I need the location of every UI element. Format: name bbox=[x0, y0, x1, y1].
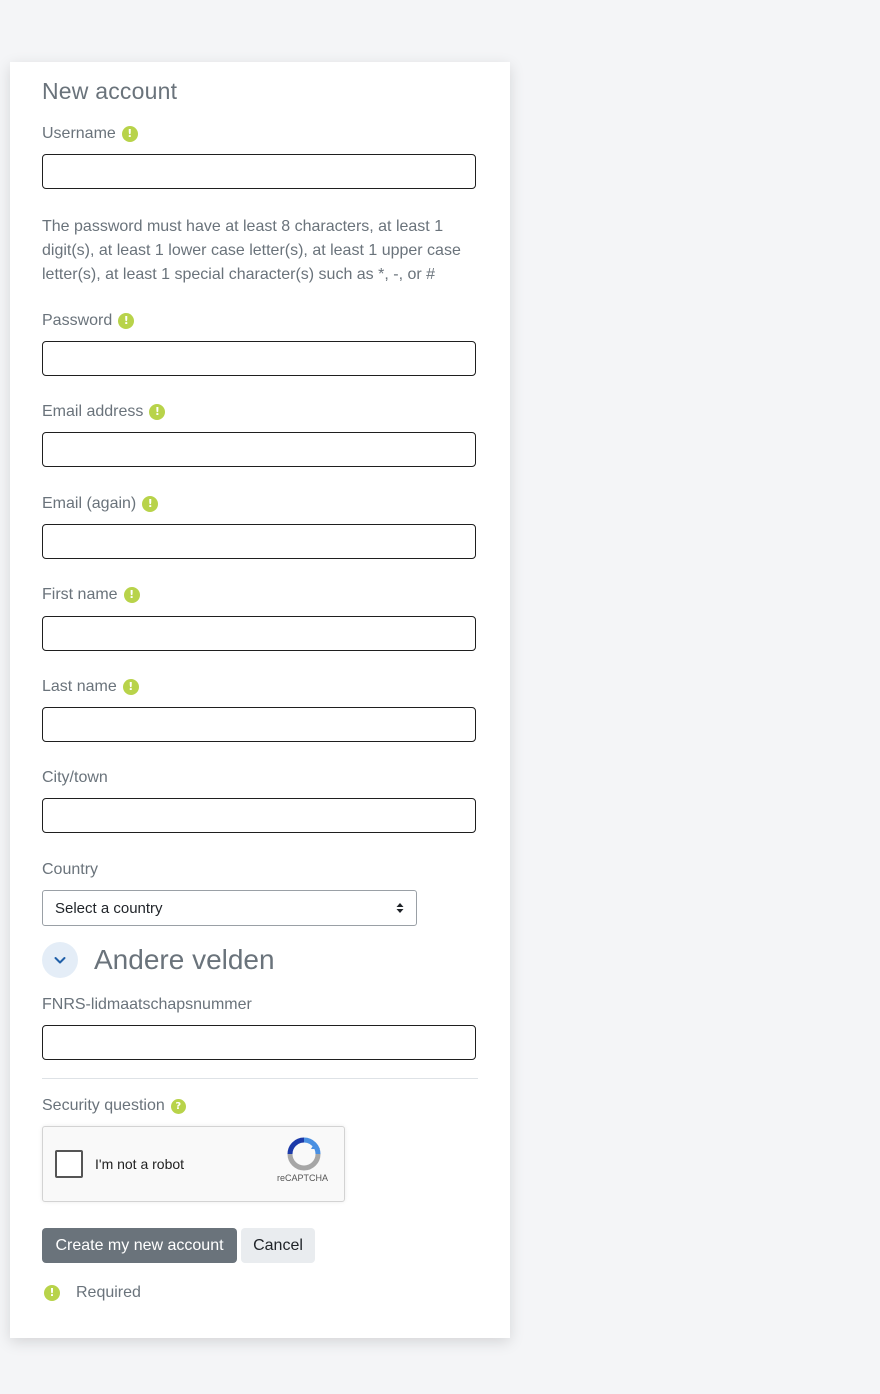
email-label: Email address ! bbox=[42, 402, 166, 422]
chevron-down-icon bbox=[54, 957, 66, 964]
recaptcha-brand: reCAPTCHA bbox=[277, 1173, 329, 1183]
city-input[interactable] bbox=[42, 798, 476, 833]
required-legend-text: Required bbox=[76, 1284, 141, 1301]
security-question-label: Security question ? bbox=[42, 1096, 186, 1116]
fnrs-input[interactable] bbox=[42, 1025, 476, 1060]
username-label: Username ! bbox=[42, 124, 138, 144]
required-icon: ! bbox=[149, 404, 166, 420]
password-input[interactable] bbox=[42, 341, 476, 376]
country-select[interactable]: Select a country bbox=[42, 890, 417, 926]
fnrs-label: FNRS-lidmaatschapsnummer bbox=[42, 996, 252, 1013]
signup-card: New account Username ! The password must… bbox=[10, 62, 510, 1338]
recaptcha-widget: I'm not a robot reCAPTCHA bbox=[42, 1126, 345, 1202]
recaptcha-label: I'm not a robot bbox=[95, 1156, 185, 1172]
required-legend: ! Required bbox=[44, 1284, 141, 1302]
section-heading: Andere velden bbox=[94, 944, 275, 975]
create-account-button[interactable]: Create my new account bbox=[42, 1228, 237, 1263]
required-icon: ! bbox=[142, 496, 159, 512]
required-icon: ! bbox=[122, 679, 139, 695]
select-arrows-icon bbox=[396, 903, 404, 913]
help-icon[interactable]: ? bbox=[170, 1098, 186, 1114]
email-input[interactable] bbox=[42, 432, 476, 467]
password-policy-text: The password must have at least 8 charac… bbox=[42, 218, 461, 283]
page-title: New account bbox=[42, 78, 178, 104]
password-label: Password ! bbox=[42, 311, 135, 331]
recaptcha-logo-icon bbox=[287, 1137, 321, 1171]
cancel-button[interactable]: Cancel bbox=[241, 1228, 315, 1263]
required-icon: ! bbox=[121, 126, 138, 142]
last-name-label: Last name ! bbox=[42, 677, 139, 697]
first-name-input[interactable] bbox=[42, 616, 476, 651]
recaptcha-checkbox[interactable] bbox=[55, 1150, 83, 1178]
required-icon: ! bbox=[118, 313, 135, 329]
username-input[interactable] bbox=[42, 154, 476, 189]
email-again-label: Email (again) ! bbox=[42, 494, 159, 514]
required-icon: ! bbox=[123, 587, 140, 603]
country-selected-value: Select a country bbox=[55, 899, 163, 917]
divider bbox=[42, 1078, 478, 1079]
last-name-input[interactable] bbox=[42, 707, 476, 742]
city-label: City/town bbox=[42, 769, 108, 786]
first-name-label: First name ! bbox=[42, 585, 140, 605]
country-label: Country bbox=[42, 861, 99, 878]
email-again-input[interactable] bbox=[42, 524, 476, 559]
collapse-toggle-button[interactable] bbox=[42, 942, 78, 978]
required-icon: ! bbox=[44, 1285, 60, 1301]
